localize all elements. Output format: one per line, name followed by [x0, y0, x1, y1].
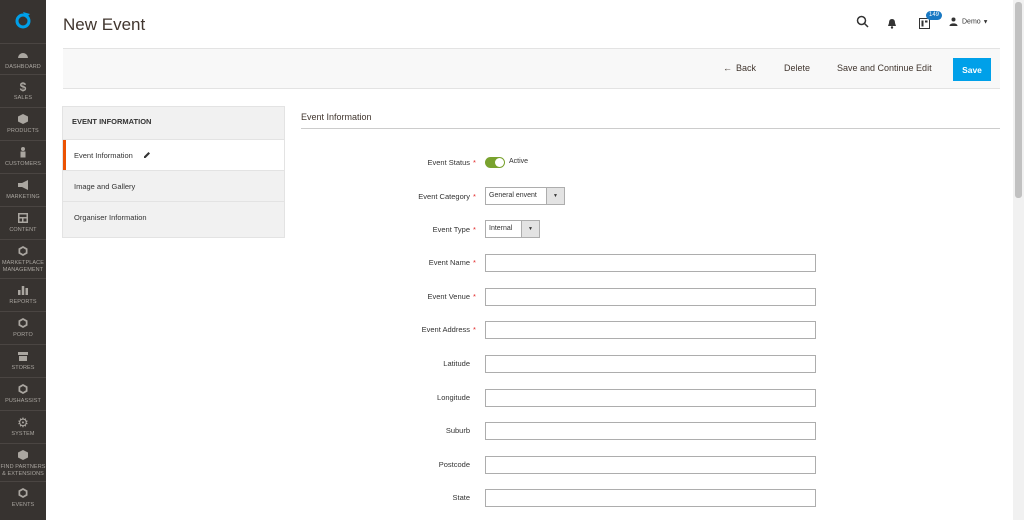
magento-logo[interactable] — [0, 0, 46, 40]
latitude-input[interactable] — [485, 355, 816, 373]
event-name-row: Event Name * — [340, 253, 820, 273]
hexagon-icon — [0, 245, 46, 259]
state-input[interactable] — [485, 489, 816, 507]
sidebar-item-sales[interactable]: $ SALES — [0, 74, 46, 104]
event-name-input[interactable] — [485, 254, 816, 272]
event-category-row: Event Category * General envent ▼ — [340, 187, 820, 207]
sidebar-item-marketing[interactable]: MARKETING — [0, 173, 46, 203]
event-venue-input[interactable] — [485, 288, 816, 306]
dollar-icon: $ — [19, 80, 27, 94]
tab-event-information[interactable]: Event Information — [63, 140, 284, 170]
chevron-down-icon: ▼ — [982, 19, 989, 26]
hexagon-icon — [0, 383, 46, 397]
page-scrollbar[interactable] — [1013, 0, 1024, 520]
arrow-left-icon: ← — [723, 63, 732, 73]
section-divider — [301, 128, 1000, 129]
search-icon[interactable] — [856, 15, 869, 33]
dashboard-icon — [0, 49, 46, 63]
suburb-input[interactable] — [485, 422, 816, 440]
megaphone-icon — [0, 179, 46, 193]
notification-badge: 149 — [926, 11, 943, 20]
tabs-title: EVENT INFORMATION — [63, 107, 284, 140]
layout-icon — [0, 212, 46, 226]
event-address-input[interactable] — [485, 321, 816, 339]
event-venue-row: Event Venue * — [340, 287, 820, 307]
sidebar-item-events[interactable]: EVENTS — [0, 481, 46, 511]
scrollbar-thumb[interactable] — [1015, 2, 1022, 198]
longitude-input[interactable] — [485, 389, 816, 407]
event-type-row: Event Type * Internal ▼ — [340, 220, 820, 240]
person-icon — [0, 146, 46, 160]
event-status-toggle[interactable] — [485, 157, 505, 168]
chevron-down-icon: ▼ — [546, 188, 564, 204]
gear-icon: ⚙ — [17, 415, 29, 430]
delete-button[interactable]: Delete — [784, 63, 810, 73]
postcode-row: Postcode — [340, 455, 820, 475]
store-icon — [0, 350, 46, 364]
tab-image-gallery[interactable]: Image and Gallery — [63, 170, 284, 200]
page-title: New Event — [63, 15, 146, 34]
sidebar-item-reports[interactable]: REPORTS — [0, 278, 46, 308]
user-name: Demo — [962, 18, 981, 26]
page-actions-bar: ← Back Delete Save and Continue Edit Save — [63, 48, 1000, 89]
tab-organiser-information[interactable]: Organiser Information — [63, 201, 284, 231]
event-type-select[interactable]: Internal ▼ — [485, 220, 540, 238]
sidebar-item-customers[interactable]: CUSTOMERS — [0, 140, 46, 170]
admin-sidebar: DASHBOARD $ SALES PRODUCTS CUSTOMERS MAR… — [0, 0, 46, 520]
sidebar-item-content[interactable]: CONTENT — [0, 206, 46, 236]
save-and-continue-button[interactable]: Save and Continue Edit — [837, 63, 932, 73]
latitude-row: Latitude — [340, 354, 820, 374]
suburb-row: Suburb — [340, 421, 820, 441]
pencil-icon — [143, 151, 151, 161]
back-button[interactable]: ← Back — [723, 63, 756, 73]
sidebar-item-system[interactable]: ⚙ SYSTEM — [0, 410, 46, 440]
sidebar-item-find-partners[interactable]: FIND PARTNERS & EXTENSIONS — [0, 443, 46, 479]
state-row: State — [340, 488, 820, 508]
box-icon — [0, 449, 46, 463]
save-button[interactable]: Save — [953, 58, 991, 81]
event-info-tabs: EVENT INFORMATION Event Information Imag… — [62, 106, 285, 238]
bell-icon[interactable] — [887, 16, 897, 34]
user-menu[interactable]: Demo ▼ — [949, 17, 989, 26]
bar-chart-icon — [0, 284, 46, 298]
hexagon-icon — [0, 317, 46, 331]
event-status-row: Event Status * Active — [427, 157, 529, 168]
section-title: Event Information — [301, 112, 372, 122]
event-address-row: Event Address * — [340, 320, 820, 340]
sidebar-item-porto[interactable]: PORTO — [0, 311, 46, 341]
sidebar-item-pushassist[interactable]: PUSHASSIST — [0, 377, 46, 407]
sidebar-item-marketplace[interactable]: MARKETPLACE MANAGEMENT — [0, 239, 46, 275]
event-category-select[interactable]: General envent ▼ — [485, 187, 565, 205]
cube-icon — [0, 113, 46, 127]
longitude-row: Longitude — [340, 388, 820, 408]
chevron-down-icon: ▼ — [521, 221, 539, 237]
sidebar-item-products[interactable]: PRODUCTS — [0, 107, 46, 137]
sidebar-item-stores[interactable]: STORES — [0, 344, 46, 374]
hexagon-icon — [0, 487, 46, 501]
sidebar-item-dashboard[interactable]: DASHBOARD — [0, 43, 46, 72]
postcode-input[interactable] — [485, 456, 816, 474]
user-icon — [949, 17, 958, 26]
